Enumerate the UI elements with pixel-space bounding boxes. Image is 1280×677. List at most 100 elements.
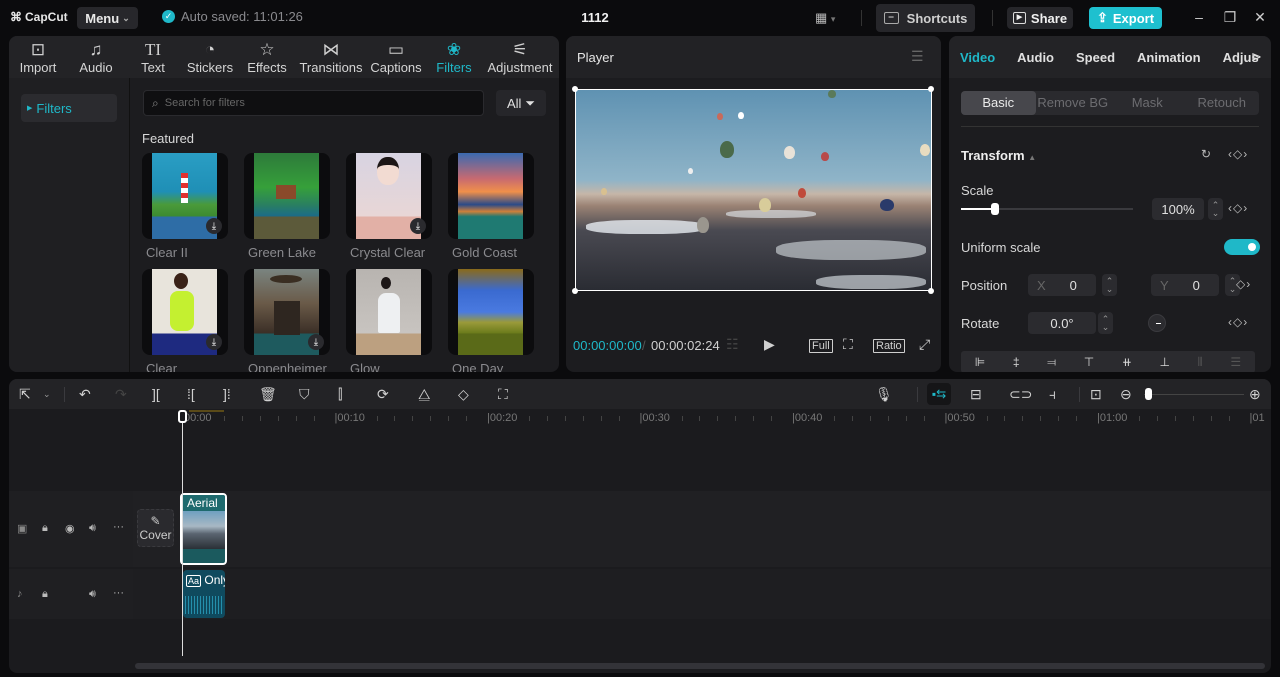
align-top-icon[interactable]: ⊤ — [1084, 355, 1094, 369]
zoom-in-icon[interactable]: ⊕ — [1249, 386, 1261, 403]
tab-effects[interactable]: ☆ Effects — [239, 36, 295, 78]
align-right-icon[interactable]: ⫤ — [1047, 355, 1056, 370]
download-icon[interactable]: ⤓ — [206, 218, 222, 234]
tab-transitions[interactable]: ⋈ Transitions — [295, 36, 367, 78]
timeline-scrollbar[interactable] — [135, 663, 1265, 669]
fullscreen-button[interactable]: ⤢ — [919, 336, 930, 353]
tab-audio[interactable]: Audio — [1006, 50, 1065, 65]
video-preview[interactable] — [575, 89, 932, 291]
delete-left-icon[interactable]: ⁞[ — [187, 386, 195, 402]
filter-card-clear[interactable]: ⤓ — [142, 269, 228, 355]
reverse-icon[interactable]: ⟳ — [377, 386, 389, 403]
subtab-retouch[interactable]: Retouch — [1185, 91, 1260, 115]
cover-button[interactable]: ✎ Cover — [137, 509, 174, 547]
volume-icon[interactable]: 🔊︎ — [89, 588, 96, 601]
delete-right-icon[interactable]: ]⁞ — [223, 386, 231, 402]
marker-icon[interactable]: ⛉ — [299, 386, 310, 403]
resize-handle[interactable] — [928, 86, 934, 92]
share-button[interactable]: ▶ Share — [1007, 7, 1073, 29]
filter-card-gold-coast[interactable] — [448, 153, 534, 239]
tab-captions[interactable]: ▭ Captions — [367, 36, 425, 78]
filter-card-oppenheimer[interactable]: ⤓ — [244, 269, 330, 355]
eye-icon[interactable]: ◉ — [65, 522, 75, 535]
download-icon[interactable]: ⤓ — [410, 218, 426, 234]
zoom-preview-button[interactable]: ⛶ — [843, 336, 853, 353]
filter-card-one-day[interactable] — [448, 269, 534, 355]
chevron-down-icon[interactable]: ⌄ — [43, 389, 51, 400]
tab-animation[interactable]: Animation — [1126, 50, 1212, 65]
rotate-stepper[interactable]: ⌃ ⌄ — [1098, 312, 1113, 334]
position-y-input[interactable]: Y0 — [1151, 274, 1219, 296]
more-icon[interactable]: ··· — [113, 521, 124, 533]
full-button[interactable]: Full — [809, 338, 833, 353]
filter-category-dropdown[interactable]: All ⏷ — [496, 90, 546, 116]
restore-button[interactable]: ❐ — [1220, 9, 1240, 26]
reset-button[interactable]: ↻ — [1201, 147, 1212, 161]
lock-icon[interactable]: 🔒︎ — [42, 588, 48, 601]
freeze-icon[interactable]: ⫿ — [338, 386, 342, 403]
redo-icon[interactable]: ↷ — [115, 386, 127, 403]
filter-card-glow[interactable] — [346, 269, 432, 355]
main-track-magnet-button[interactable]: ▪⇆ — [927, 383, 951, 405]
download-icon[interactable]: ⤓ — [308, 334, 324, 350]
search-input[interactable] — [164, 97, 465, 109]
zoom-out-icon[interactable]: ⊖ — [1120, 386, 1132, 403]
timeline-zoom-knob[interactable] — [1145, 388, 1152, 400]
tab-text[interactable]: TI Text — [125, 36, 181, 78]
delete-icon[interactable]: 🗑 — [259, 386, 277, 403]
align-left-icon[interactable]: ⊫ — [975, 355, 985, 369]
layout-button[interactable]: ▦ ▾ — [815, 10, 835, 26]
filter-card-clear-ii[interactable]: ⤓ — [142, 153, 228, 239]
audio-clip[interactable]: Aa Only — [183, 570, 225, 618]
align-center-v-icon[interactable]: ⧺ — [1122, 355, 1132, 369]
timeline-zoom-slider[interactable] — [1144, 394, 1244, 395]
keyframe-transform[interactable]: ‹◇› — [1228, 147, 1248, 161]
player-menu-button[interactable]: ☰ — [911, 48, 924, 65]
resize-handle[interactable] — [572, 86, 578, 92]
align-bottom-icon[interactable]: ⊥ — [1159, 355, 1169, 369]
split-icon[interactable]: ][ — [152, 386, 160, 402]
link-icon[interactable]: ⊂⊃ — [1009, 386, 1032, 403]
quality-button[interactable]: ☷ — [726, 336, 739, 353]
scale-input[interactable]: 100% — [1152, 198, 1204, 220]
microphone-icon[interactable]: 🎙 — [875, 386, 893, 403]
video-clip[interactable]: Aerial — [180, 493, 227, 565]
undo-icon[interactable]: ↶ — [79, 386, 91, 403]
filter-card-green-lake[interactable] — [244, 153, 330, 239]
scale-slider[interactable] — [961, 203, 1133, 215]
more-tabs-icon[interactable]: ⊳ — [1251, 49, 1262, 65]
rotate-input[interactable]: 0.0° — [1028, 312, 1096, 334]
tab-speed[interactable]: Speed — [1065, 50, 1126, 65]
scale-stepper[interactable]: ⌃ ⌄ — [1208, 198, 1223, 220]
subtab-mask[interactable]: Mask — [1110, 91, 1185, 115]
tab-video[interactable]: Video — [949, 50, 1006, 65]
ratio-button[interactable]: Ratio — [873, 338, 905, 353]
minimize-button[interactable]: – — [1189, 9, 1209, 25]
keyframe-rotate[interactable]: ‹◇› — [1228, 315, 1248, 329]
crop-icon[interactable]: ⛶ — [498, 386, 508, 403]
filter-card-crystal-clear[interactable]: ⤓ — [346, 153, 432, 239]
export-button[interactable]: ⇪ Export — [1089, 7, 1162, 29]
tab-filters[interactable]: ❀ Filters — [425, 36, 483, 78]
shortcuts-button[interactable]: ═ Shortcuts — [876, 4, 975, 32]
resize-handle[interactable] — [572, 288, 578, 294]
uniform-scale-toggle[interactable] — [1224, 239, 1260, 255]
close-button[interactable]: ✕ — [1250, 9, 1270, 26]
mirror-icon[interactable]: ⧋ — [418, 386, 431, 403]
subtab-remove-bg[interactable]: Remove BG — [1036, 91, 1111, 115]
zoom-to-fit-icon[interactable]: ⊡ — [1090, 386, 1102, 403]
playhead-handle[interactable] — [178, 410, 187, 423]
distribute-v-icon[interactable]: ☰ — [1230, 355, 1241, 369]
tab-import[interactable]: ⊡ Import — [9, 36, 67, 78]
lock-icon[interactable]: 🔒︎ — [42, 522, 48, 535]
rotate-clip-icon[interactable]: ◇ — [458, 386, 469, 403]
rotate-dial[interactable] — [1148, 314, 1166, 332]
playhead-line[interactable] — [182, 411, 183, 656]
position-x-stepper[interactable]: ⌃ ⌄ — [1102, 274, 1117, 296]
align-center-h-icon[interactable]: ‡ — [1013, 355, 1020, 369]
distribute-h-icon[interactable]: ⦀ — [1198, 355, 1203, 370]
volume-icon[interactable]: 🔊︎ — [89, 522, 96, 535]
split-preview-icon[interactable]: ⫞ — [1049, 386, 1056, 403]
tab-audio[interactable]: ♫ Audio — [67, 36, 125, 78]
select-tool-icon[interactable]: ⇱ — [19, 386, 31, 403]
